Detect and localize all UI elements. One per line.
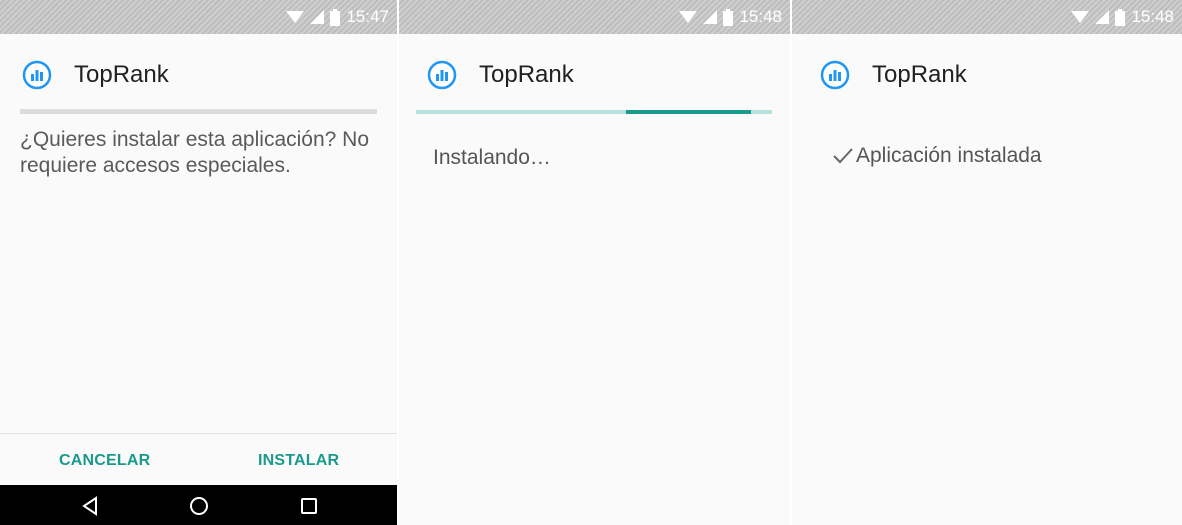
- navigation-bar: [0, 485, 397, 525]
- bar-chart-icon: [22, 60, 52, 90]
- status-time: 15:48: [1131, 7, 1174, 26]
- bar-chart-icon: [820, 60, 850, 90]
- app-header: TopRank: [820, 60, 967, 90]
- install-progress-fill: [626, 110, 751, 114]
- app-title: TopRank: [872, 61, 967, 88]
- install-prompt-screen: 15:47 TopRank ¿Quieres instalar esta apl…: [0, 0, 397, 525]
- status-time: 15:48: [739, 7, 782, 26]
- signal-icon: [1095, 10, 1110, 24]
- installing-status: Instalando…: [433, 146, 551, 169]
- app-title: TopRank: [74, 61, 169, 88]
- status-bar: 15:47: [0, 0, 397, 34]
- app-header: TopRank: [22, 60, 169, 90]
- back-triangle-icon[interactable]: [79, 494, 103, 518]
- header-divider: [20, 109, 377, 114]
- wifi-icon: [1071, 11, 1090, 23]
- status-time: 15:47: [346, 7, 389, 26]
- install-button[interactable]: INSTALAR: [258, 452, 339, 470]
- app-header: TopRank: [427, 60, 574, 90]
- status-bar: 15:48: [399, 0, 790, 34]
- install-question: ¿Quieres instalar esta aplicación? No re…: [20, 128, 370, 177]
- cancel-button[interactable]: CANCELAR: [59, 452, 150, 470]
- signal-icon: [703, 10, 718, 24]
- battery-icon: [1115, 8, 1126, 26]
- check-icon: [833, 148, 853, 164]
- status-bar: 15:48: [792, 0, 1182, 34]
- recent-square-icon[interactable]: [297, 494, 321, 518]
- button-bar: CANCELAR INSTALAR: [0, 433, 397, 485]
- signal-icon: [310, 10, 325, 24]
- installing-screen: 15:48 TopRank Instalando…: [399, 0, 790, 525]
- bar-chart-icon: [427, 60, 457, 90]
- installed-status-text: Aplicación instalada: [856, 144, 1042, 167]
- app-title: TopRank: [479, 61, 574, 88]
- battery-icon: [723, 8, 734, 26]
- wifi-icon: [679, 11, 698, 23]
- home-circle-icon[interactable]: [187, 494, 211, 518]
- installed-status: Aplicación instalada: [832, 143, 1042, 169]
- install-progress-bar: [416, 110, 772, 114]
- battery-icon: [330, 8, 341, 26]
- installed-screen: 15:48 TopRank Aplicación instalada: [792, 0, 1182, 525]
- wifi-icon: [286, 11, 305, 23]
